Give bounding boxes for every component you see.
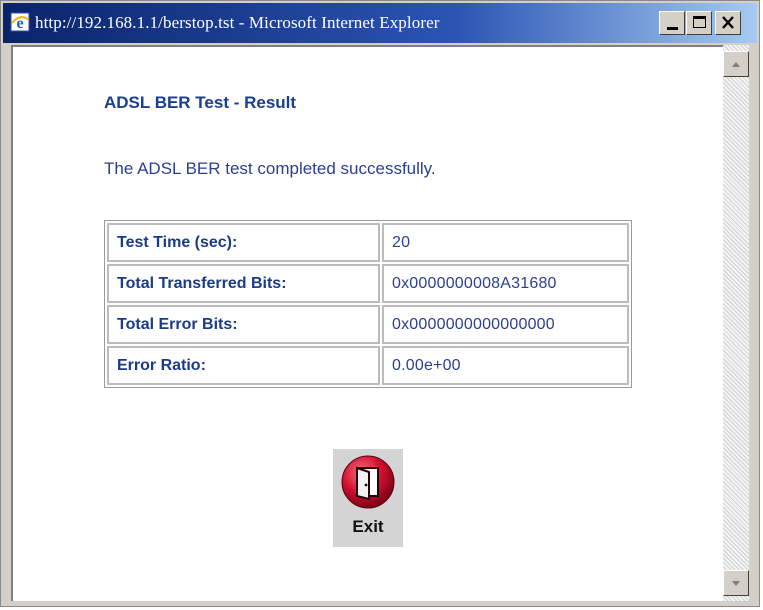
- row-label: Total Error Bits:: [107, 305, 380, 344]
- row-label: Error Ratio:: [107, 346, 380, 385]
- maximize-icon: [693, 16, 706, 28]
- page-heading: ADSL BER Test - Result: [104, 93, 297, 112]
- maximize-button[interactable]: [686, 11, 712, 35]
- row-value: 20: [382, 223, 629, 262]
- scroll-down-button[interactable]: [723, 570, 749, 596]
- exit-button[interactable]: Exit: [333, 449, 403, 547]
- window-title: http://192.168.1.1/berstop.tst - Microso…: [35, 13, 440, 32]
- exit-door-icon: [341, 455, 395, 509]
- row-label: Test Time (sec):: [107, 223, 380, 262]
- row-value: 0x0000000000000000: [382, 305, 629, 344]
- results-table: Test Time (sec): 20 Total Transferred Bi…: [104, 220, 632, 388]
- table-row: Total Transferred Bits: 0x0000000008A316…: [107, 264, 629, 303]
- row-value: 0.00e+00: [382, 346, 629, 385]
- browser-window: e http://192.168.1.1/berstop.tst - Micro…: [0, 0, 760, 607]
- minimize-icon: [667, 27, 678, 30]
- row-label: Total Transferred Bits:: [107, 264, 380, 303]
- arrow-down-icon: [732, 581, 740, 586]
- ie-icon: e: [10, 12, 30, 32]
- table-row: Test Time (sec): 20: [107, 223, 629, 262]
- table-row: Error Ratio: 0.00e+00: [107, 346, 629, 385]
- vertical-scrollbar[interactable]: [723, 45, 749, 601]
- minimize-button[interactable]: [659, 11, 685, 35]
- close-button[interactable]: [715, 11, 741, 35]
- scroll-up-button[interactable]: [723, 51, 749, 77]
- exit-label: Exit: [352, 517, 384, 536]
- table-row: Total Error Bits: 0x0000000000000000: [107, 305, 629, 344]
- status-message: The ADSL BER test completed successfully…: [104, 159, 436, 178]
- close-icon: [722, 16, 734, 29]
- arrow-up-icon: [732, 62, 740, 67]
- row-value: 0x0000000008A31680: [382, 264, 629, 303]
- title-bar[interactable]: e http://192.168.1.1/berstop.tst - Micro…: [3, 3, 757, 43]
